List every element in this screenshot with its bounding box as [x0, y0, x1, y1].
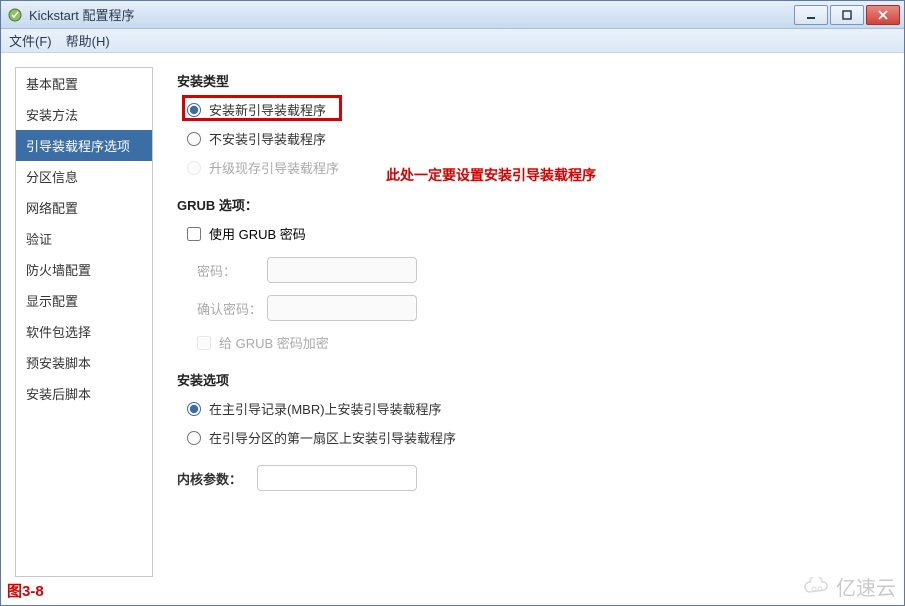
radio-row-new[interactable]: 安装新引导装载程序 — [187, 100, 880, 119]
grub-confirm-row: 确认密码： — [197, 295, 880, 321]
use-grub-password-row[interactable]: 使用 GRUB 密码 — [187, 224, 880, 243]
menu-file[interactable]: 文件(F) — [9, 31, 52, 50]
sidebar-item-postinstall[interactable]: 安装后脚本 — [16, 378, 152, 409]
install-type-title: 安装类型 — [177, 71, 880, 90]
window-controls — [794, 5, 900, 25]
radio-install-new-label: 安装新引导装载程序 — [209, 100, 326, 119]
radio-install-none-label: 不安装引导装载程序 — [209, 129, 326, 148]
sidebar-item-auth[interactable]: 验证 — [16, 223, 152, 254]
grub-confirm-input[interactable] — [267, 295, 417, 321]
maximize-button[interactable] — [830, 5, 864, 25]
titlebar: Kickstart 配置程序 — [1, 1, 904, 29]
grub-password-row: 密码： — [197, 257, 880, 283]
sidebar-item-preinstall[interactable]: 预安装脚本 — [16, 347, 152, 378]
window-title: Kickstart 配置程序 — [29, 5, 794, 24]
encrypt-grub-checkbox — [197, 336, 211, 350]
sidebar-item-display[interactable]: 显示配置 — [16, 285, 152, 316]
cloud-icon — [802, 577, 832, 597]
radio-row-none[interactable]: 不安装引导装载程序 — [187, 129, 880, 148]
encrypt-grub-row: 给 GRUB 密码加密 — [197, 333, 880, 352]
main-panel: 安装类型 安装新引导装载程序 不安装引导装载程序 升级现存引导装载程序 GRUB… — [153, 53, 904, 605]
sidebar-item-bootloader[interactable]: 引导装载程序选项 — [16, 130, 152, 161]
watermark: 亿速云 — [802, 572, 896, 601]
grub-title: GRUB 选项： — [177, 195, 880, 214]
radio-install-new[interactable] — [187, 103, 201, 117]
radio-mbr[interactable] — [187, 402, 201, 416]
watermark-text: 亿速云 — [836, 572, 896, 601]
kernel-label: 内核参数： — [177, 469, 257, 488]
sidebar-item-install-method[interactable]: 安装方法 — [16, 99, 152, 130]
radio-install-upgrade — [187, 161, 201, 175]
app-icon — [7, 7, 23, 23]
kernel-input[interactable] — [257, 465, 417, 491]
sidebar-item-packages[interactable]: 软件包选择 — [16, 316, 152, 347]
close-button[interactable] — [866, 5, 900, 25]
app-window: Kickstart 配置程序 文件(F) 帮助(H) 基本配置 安装方法 引导装… — [0, 0, 905, 606]
sidebar: 基本配置 安装方法 引导装载程序选项 分区信息 网络配置 验证 防火墙配置 显示… — [15, 67, 153, 577]
radio-mbr-label: 在主引导记录(MBR)上安装引导装载程序 — [209, 399, 442, 418]
grub-password-label: 密码： — [197, 261, 267, 280]
grub-confirm-label: 确认密码： — [197, 299, 267, 318]
radio-install-upgrade-label: 升级现存引导装载程序 — [209, 158, 339, 177]
use-grub-password-checkbox[interactable] — [187, 227, 201, 241]
menubar: 文件(F) 帮助(H) — [1, 29, 904, 53]
sidebar-item-firewall[interactable]: 防火墙配置 — [16, 254, 152, 285]
sidebar-item-basic[interactable]: 基本配置 — [16, 68, 152, 99]
install-opts-group: 在主引导记录(MBR)上安装引导装载程序 在引导分区的第一扇区上安装引导装载程序 — [187, 399, 880, 447]
radio-install-none[interactable] — [187, 132, 201, 146]
encrypt-grub-label: 给 GRUB 密码加密 — [219, 333, 329, 352]
figure-label: 图3-8 — [7, 580, 44, 601]
radio-first-sector[interactable] — [187, 431, 201, 445]
kernel-row: 内核参数： — [177, 465, 880, 491]
radio-row-mbr[interactable]: 在主引导记录(MBR)上安装引导装载程序 — [187, 399, 880, 418]
use-grub-password-label: 使用 GRUB 密码 — [209, 224, 306, 243]
install-opts-title: 安装选项 — [177, 370, 880, 389]
minimize-button[interactable] — [794, 5, 828, 25]
radio-first-sector-label: 在引导分区的第一扇区上安装引导装载程序 — [209, 428, 456, 447]
annotation-note: 此处一定要设置安装引导装载程序 — [386, 165, 596, 185]
client-area: 基本配置 安装方法 引导装载程序选项 分区信息 网络配置 验证 防火墙配置 显示… — [1, 53, 904, 605]
sidebar-item-partition[interactable]: 分区信息 — [16, 161, 152, 192]
sidebar-item-network[interactable]: 网络配置 — [16, 192, 152, 223]
grub-password-input[interactable] — [267, 257, 417, 283]
menu-help[interactable]: 帮助(H) — [66, 31, 110, 50]
radio-row-first-sector[interactable]: 在引导分区的第一扇区上安装引导装载程序 — [187, 428, 880, 447]
